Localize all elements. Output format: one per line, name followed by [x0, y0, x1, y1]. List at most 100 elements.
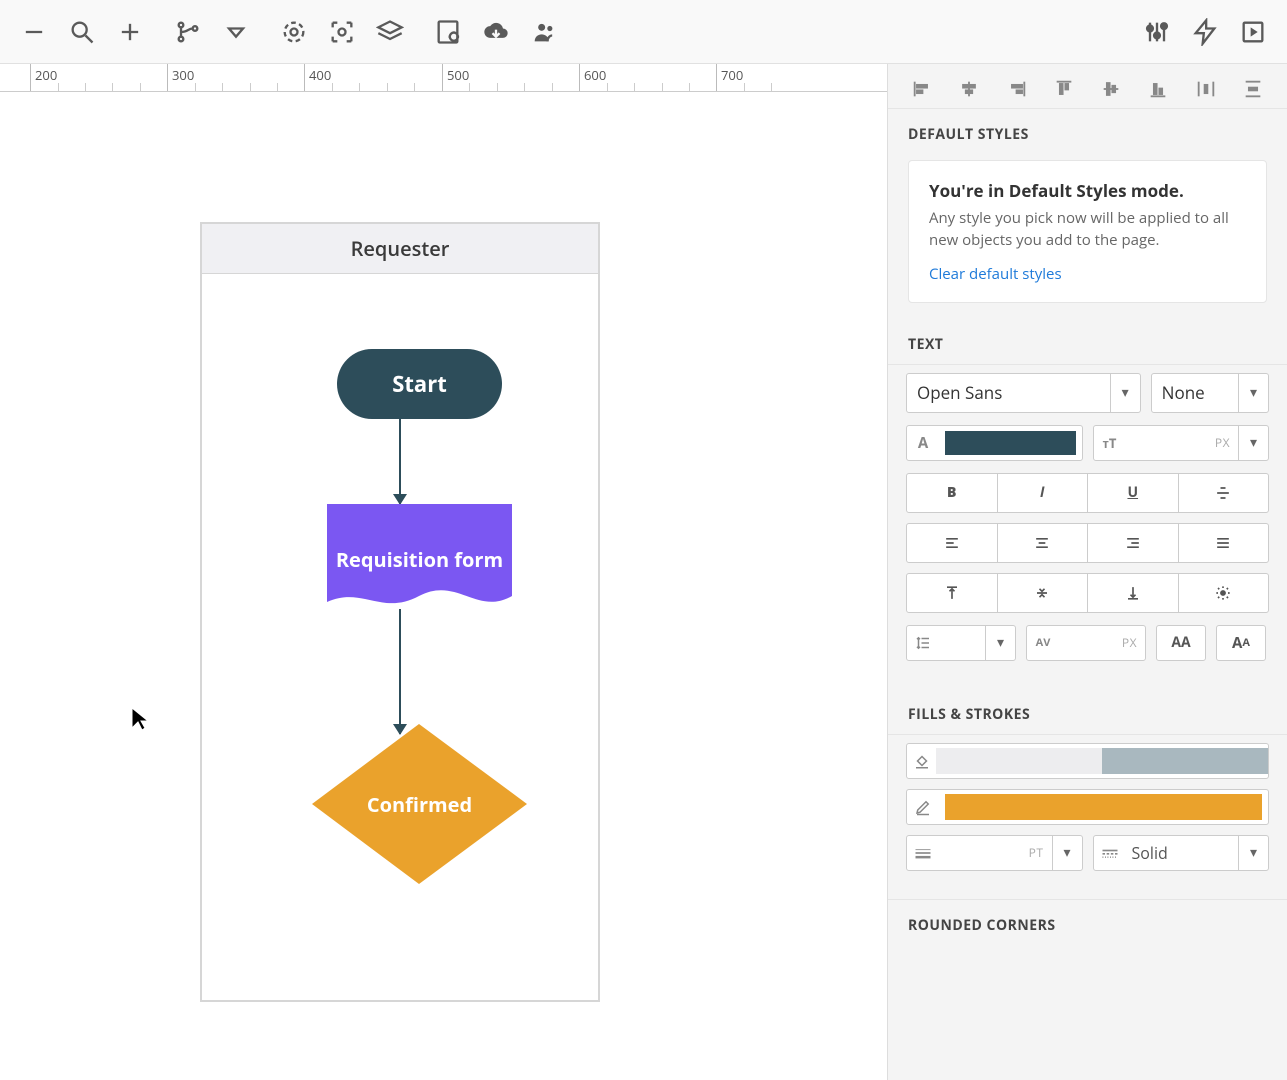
stroke-width-input[interactable]: PT ▾	[906, 835, 1083, 871]
uppercase-button[interactable]: AA	[1156, 625, 1206, 661]
info-heading: You're in Default Styles mode.	[929, 179, 1246, 202]
letter-spacing-input[interactable]: AV PX	[1026, 625, 1146, 661]
italic-button[interactable]: I	[997, 474, 1088, 512]
text-align-justify-button[interactable]	[1178, 524, 1269, 562]
decision-shape[interactable]: Confirmed	[312, 724, 527, 884]
font-style-value: None	[1152, 381, 1238, 404]
branch-button[interactable]	[164, 8, 212, 56]
unit-label: PX	[1114, 634, 1145, 651]
bold-button[interactable]: B	[907, 474, 997, 512]
text-format-group: B I U	[906, 473, 1269, 513]
chevron-down-icon: ▾	[1238, 426, 1268, 460]
dropdown-button[interactable]	[212, 8, 260, 56]
stroke-style-value: Solid	[1126, 842, 1239, 864]
section-title-default-styles: DEFAULT STYLES	[888, 109, 1287, 154]
actions-button[interactable]	[1181, 8, 1229, 56]
text-align-center-button[interactable]	[997, 524, 1088, 562]
clear-default-styles-link[interactable]: Clear default styles	[929, 264, 1062, 284]
chevron-down-icon: ▾	[1238, 836, 1268, 870]
chevron-down-icon: ▾	[1110, 374, 1140, 412]
top-toolbar	[0, 0, 1287, 64]
people-icon	[530, 18, 558, 46]
align-center-h-button[interactable]	[953, 76, 985, 102]
align-left-button[interactable]	[906, 76, 938, 102]
distribute-h-button[interactable]	[1190, 76, 1222, 102]
cloud-download-button[interactable]	[472, 8, 520, 56]
default-styles-card: You're in Default Styles mode. Any style…	[908, 160, 1267, 303]
mouse-cursor-icon	[130, 706, 150, 739]
target-icon	[280, 18, 308, 46]
start-terminator-shape[interactable]: Start	[337, 349, 502, 419]
flow-arrow[interactable]	[399, 609, 401, 734]
ruler-label: 300	[172, 66, 194, 84]
plus-icon	[116, 18, 144, 46]
text-align-v-group	[906, 573, 1269, 613]
chevron-down-icon: ▾	[1052, 836, 1082, 870]
text-align-bottom-button[interactable]	[1087, 574, 1178, 612]
line-height-input[interactable]: ▾	[906, 625, 1016, 661]
fill-color-button[interactable]	[906, 743, 1269, 779]
text-align-top-button[interactable]	[907, 574, 997, 612]
align-right-button[interactable]	[1001, 76, 1033, 102]
align-top-button[interactable]	[1048, 76, 1080, 102]
stroke-style-select[interactable]: Solid ▾	[1093, 835, 1270, 871]
stroke-width-icon	[907, 846, 939, 860]
chevron-down-icon: ▾	[985, 626, 1015, 660]
group-focus-button[interactable]	[318, 8, 366, 56]
present-button[interactable]	[1229, 8, 1277, 56]
share-button[interactable]	[520, 8, 568, 56]
style-panel: DEFAULT STYLES You're in Default Styles …	[887, 64, 1287, 1080]
section-title-corners: ROUNDED CORNERS	[888, 899, 1287, 945]
unit-label: PX	[1207, 434, 1238, 451]
zoom-out-button[interactable]	[10, 8, 58, 56]
section-title-text: TEXT	[888, 319, 1287, 364]
minus-icon	[20, 18, 48, 46]
align-bottom-button[interactable]	[1142, 76, 1174, 102]
cloud-download-icon	[482, 18, 510, 46]
page-settings-button[interactable]	[424, 8, 472, 56]
align-center-v-button[interactable]	[1095, 76, 1127, 102]
section-title-fills: FILLS & STROKES	[888, 689, 1287, 734]
letter-spacing-icon: AV	[1027, 635, 1059, 650]
distribute-v-button[interactable]	[1237, 76, 1269, 102]
font-family-select[interactable]: Open Sans ▾	[906, 373, 1141, 413]
zoom-in-button[interactable]	[106, 8, 154, 56]
fills-panel: PT ▾ Solid ▾	[888, 734, 1287, 899]
ruler-label: 700	[721, 66, 743, 84]
text-color-swatch	[945, 431, 1076, 455]
strikethrough-button[interactable]	[1178, 474, 1269, 512]
layers-button[interactable]	[366, 8, 414, 56]
swimlane-header[interactable]: Requester	[202, 224, 598, 274]
sliders-button[interactable]	[1133, 8, 1181, 56]
magnifier-icon	[68, 18, 96, 46]
underline-button[interactable]: U	[1087, 474, 1178, 512]
sliders-icon	[1143, 18, 1171, 46]
unit-label: PT	[1021, 844, 1052, 861]
lightning-icon	[1191, 18, 1219, 46]
page-gear-icon	[434, 18, 462, 46]
font-style-select[interactable]: None ▾	[1151, 373, 1269, 413]
text-align-right-button[interactable]	[1087, 524, 1178, 562]
text-panel: Open Sans ▾ None ▾ A ᴛT PX ▾	[888, 364, 1287, 689]
document-shape[interactable]: Requisition form	[327, 504, 512, 614]
triangle-down-icon	[222, 18, 250, 46]
smallcaps-button[interactable]: AA	[1216, 625, 1266, 661]
zoom-button[interactable]	[58, 8, 106, 56]
text-align-left-button[interactable]	[907, 524, 997, 562]
flow-arrow[interactable]	[399, 419, 401, 504]
canvas-area[interactable]: 200 300 400 500 600 700 Requester	[0, 64, 887, 1080]
ruler-label: 400	[309, 66, 331, 84]
focus-button[interactable]	[270, 8, 318, 56]
text-align-middle-button[interactable]	[997, 574, 1088, 612]
shape-label: Requisition form	[336, 547, 503, 572]
chevron-down-icon: ▾	[1238, 374, 1268, 412]
text-color-button[interactable]: A	[906, 425, 1083, 461]
text-advanced-button[interactable]	[1178, 574, 1269, 612]
ruler-label: 200	[35, 66, 57, 84]
swimlane-page[interactable]: Requester Start Requisition form Confirm…	[200, 222, 600, 1002]
layers-icon	[376, 18, 404, 46]
font-size-icon: ᴛT	[1094, 434, 1126, 452]
font-size-input[interactable]: ᴛT PX ▾	[1093, 425, 1270, 461]
line-height-icon	[907, 634, 939, 652]
stroke-color-button[interactable]	[906, 789, 1269, 825]
